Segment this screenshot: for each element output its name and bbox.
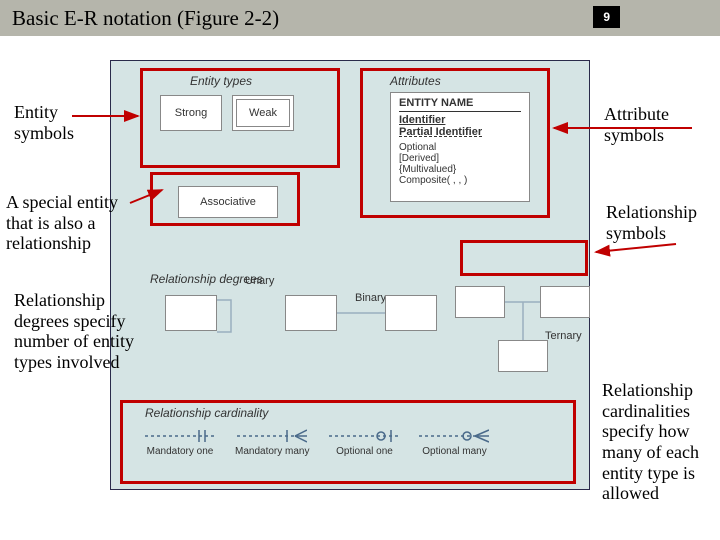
unary-entity xyxy=(165,295,217,331)
optional-one-icon xyxy=(329,428,399,444)
weak-entity-box: Weak xyxy=(232,95,294,131)
card-optional-one-label: Optional one xyxy=(336,446,393,457)
card-mandatory-one: Mandatory one xyxy=(145,428,215,457)
attribute-list-box: ENTITY NAME Identifier Partial Identifie… xyxy=(390,92,530,202)
card-optional-many: Optional many xyxy=(419,428,489,457)
slide-header: Basic E-R notation (Figure 2-2) 9 xyxy=(0,0,720,36)
attr-multivalued: {Multivalued} xyxy=(399,164,521,175)
card-optional-one: Optional one xyxy=(329,428,399,457)
relationship-symbols-box xyxy=(460,240,588,276)
mandatory-one-icon xyxy=(145,428,215,444)
card-mandatory-many: Mandatory many xyxy=(235,428,309,457)
label-relationship-degrees: Relationship degrees specify number of e… xyxy=(14,290,134,373)
cardinality-row: Mandatory one Mandatory many Optional on… xyxy=(145,428,489,457)
label-binary: Binary xyxy=(355,292,386,304)
section-entity-types: Entity types xyxy=(190,74,252,88)
label-relationship-symbols: Relationship symbols xyxy=(606,202,716,243)
attr-partial-identifier: Partial Identifier xyxy=(399,126,521,138)
binary-entity-1 xyxy=(285,295,337,331)
attr-identifier: Identifier xyxy=(399,114,521,126)
label-attribute-symbols: Attribute symbols xyxy=(604,104,704,145)
attr-entity-name: ENTITY NAME xyxy=(399,97,521,112)
associative-entity-box: Associative xyxy=(178,186,278,218)
attr-composite: Composite( , , ) xyxy=(399,175,521,186)
card-mandatory-one-label: Mandatory one xyxy=(147,446,214,457)
optional-many-icon xyxy=(419,428,489,444)
section-attributes: Attributes xyxy=(390,74,441,88)
associative-label: Associative xyxy=(200,196,256,208)
ternary-entity-3 xyxy=(498,340,548,372)
strong-entity-box: Strong xyxy=(160,95,222,131)
mandatory-many-icon xyxy=(237,428,307,444)
label-entity-symbols: Entity symbols xyxy=(14,102,104,143)
slide-title: Basic E-R notation (Figure 2-2) xyxy=(12,6,279,31)
section-relationship-cardinality: Relationship cardinality xyxy=(145,406,268,420)
label-special-entity: A special entity that is also a relation… xyxy=(6,192,136,254)
ternary-entity-2 xyxy=(540,286,590,318)
label-ternary: Ternary xyxy=(545,330,582,342)
card-optional-many-label: Optional many xyxy=(422,446,486,457)
attr-optional: Optional xyxy=(399,142,521,153)
attr-derived: [Derived] xyxy=(399,153,521,164)
card-mandatory-many-label: Mandatory many xyxy=(235,446,309,457)
ternary-entity-1 xyxy=(455,286,505,318)
label-relationship-cardinalities: Relationship cardinalities specify how m… xyxy=(602,380,714,504)
page-number: 9 xyxy=(593,6,620,28)
binary-entity-2 xyxy=(385,295,437,331)
label-unary: Unary xyxy=(245,275,274,287)
